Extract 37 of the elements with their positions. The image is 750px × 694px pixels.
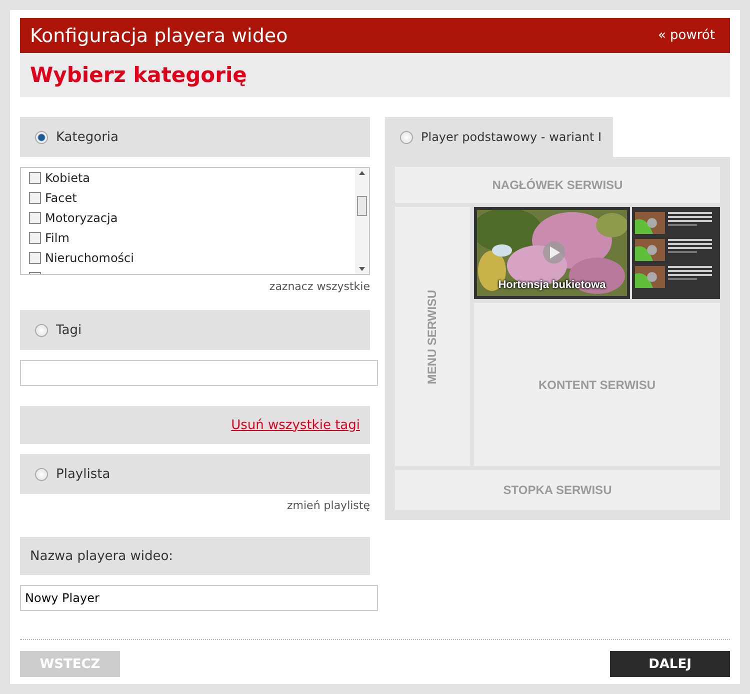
scrollbar[interactable] xyxy=(355,168,369,274)
category-label: Nieruchomości xyxy=(45,251,134,265)
option-label: Playlista xyxy=(56,466,110,482)
radio-button[interactable] xyxy=(35,324,48,336)
page-title: Konfiguracja playera wideo xyxy=(30,24,288,46)
category-label: Facet xyxy=(45,191,77,205)
select-all-link[interactable]: zaznacz wszystkie xyxy=(269,280,370,293)
next-button[interactable]: DALEJ xyxy=(610,651,730,677)
tags-input[interactable] xyxy=(20,360,378,386)
checkbox[interactable] xyxy=(29,252,41,264)
checkbox[interactable] xyxy=(29,192,41,204)
scroll-up-icon[interactable] xyxy=(359,171,365,175)
category-label: Motoryzacja xyxy=(45,211,118,225)
variant-tab[interactable]: Player podstawowy - wariant I xyxy=(385,117,613,157)
layout-label: NAGŁÓWEK SERWISU xyxy=(492,178,623,192)
category-label: Film xyxy=(45,231,70,245)
option-label: Kategoria xyxy=(56,130,118,144)
remove-tags-link[interactable]: Usuń wszystkie tagi xyxy=(231,418,360,432)
name-label: Nazwa playera wideo: xyxy=(30,548,174,564)
scroll-down-icon[interactable] xyxy=(359,267,365,271)
scroll-thumb[interactable] xyxy=(357,196,367,216)
checkbox[interactable] xyxy=(29,212,41,224)
layout-label: STOPKA SERWISU xyxy=(503,483,612,497)
section-title: Wybierz kategorię xyxy=(30,63,247,87)
checkbox[interactable] xyxy=(29,172,41,184)
change-playlist-link[interactable]: zmień playlistę xyxy=(287,499,370,512)
category-label: Kobieta xyxy=(45,171,90,185)
name-input[interactable]: Nowy Player xyxy=(20,585,378,611)
option-label: Tagi xyxy=(56,322,82,338)
layout-label: MENU SERWISU xyxy=(426,289,440,384)
layout-label: KONTENT SERWISU xyxy=(538,378,656,392)
radio-button[interactable] xyxy=(35,130,48,144)
back-link[interactable]: « powrót xyxy=(658,28,715,43)
radio-button[interactable] xyxy=(400,130,413,144)
checkbox[interactable] xyxy=(29,232,41,244)
radio-button[interactable] xyxy=(35,468,48,480)
variant-label: Player podstawowy - wariant I xyxy=(421,130,602,144)
